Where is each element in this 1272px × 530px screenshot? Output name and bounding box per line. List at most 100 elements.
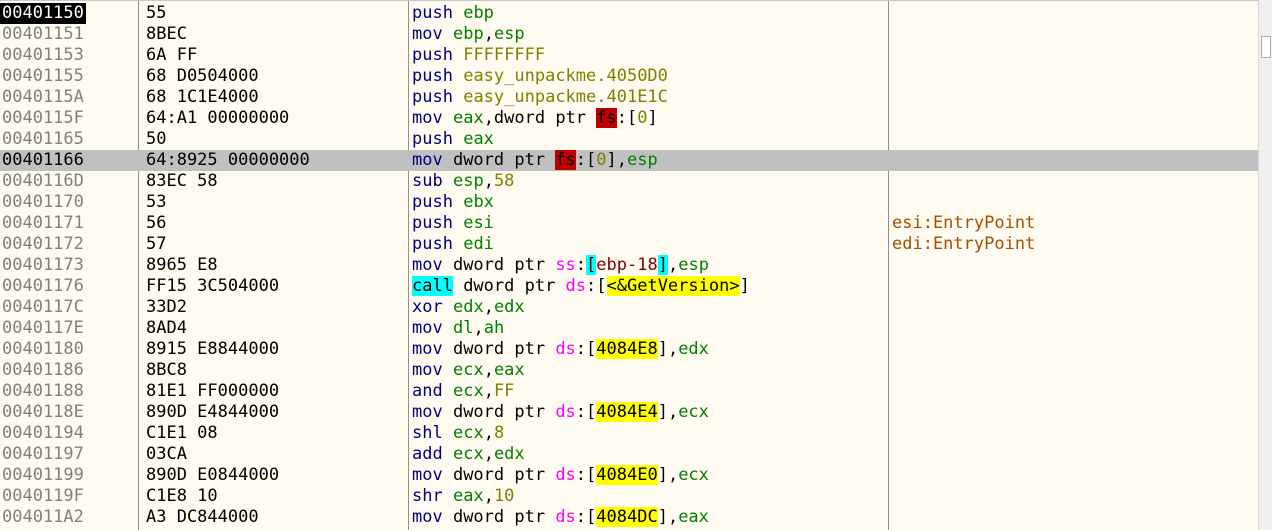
row-address[interactable]: 00401155 — [2, 66, 84, 87]
row-instruction[interactable]: push FFFFFFFF — [412, 45, 545, 66]
disasm-row[interactable]: 0040118E 890D E4844000 mov dword ptr ds:[4… — [0, 402, 1258, 423]
row-bytes[interactable]: 8BC8 — [146, 360, 187, 381]
row-instruction[interactable]: and ecx,FF — [412, 381, 514, 402]
row-instruction[interactable]: shl ecx,8 — [412, 423, 504, 444]
row-instruction[interactable]: push eax — [412, 129, 494, 150]
disasm-row[interactable]: 00401173 8965 E8 mov dword ptr ss:[ebp-18]… — [0, 255, 1258, 276]
row-instruction[interactable]: mov dword ptr ds:[4084E4],ecx — [412, 402, 709, 423]
disasm-row[interactable]: 00401194 C1E1 08 shl ecx,8 — [0, 423, 1258, 444]
disasm-row[interactable]: 00401186 8BC8 mov ecx,eax — [0, 360, 1258, 381]
disasm-row[interactable]: 00401176 FF15 3C504000 call dword ptr ds:[… — [0, 276, 1258, 297]
row-bytes[interactable]: 890D E0844000 — [146, 465, 279, 486]
eip-address[interactable]: 00401150 — [0, 3, 86, 24]
row-address[interactable]: 00401170 — [2, 192, 84, 213]
row-instruction[interactable]: call dword ptr ds:[<&GetVersion>] — [412, 276, 750, 297]
row-bytes[interactable]: 8915 E8844000 — [146, 339, 279, 360]
row-address[interactable]: 00401172 — [2, 234, 84, 255]
row-instruction[interactable]: push easy_unpackme.401E1C — [412, 87, 668, 108]
row-address[interactable]: 00401166 — [2, 150, 84, 171]
row-instruction[interactable]: mov dl,ah — [412, 318, 504, 339]
row-instruction[interactable]: mov ebp,esp — [412, 24, 525, 45]
disasm-row[interactable]: 00401151 8BEC mov ebp,esp — [0, 24, 1258, 45]
disasm-row[interactable]: 00401166 64:8925 00000000 mov dword ptr fs… — [0, 150, 1258, 171]
scroll-thumb[interactable] — [1261, 36, 1271, 58]
disasm-row[interactable]: 00401171 56 push esi esi:EntryPoint — [0, 213, 1258, 234]
row-address[interactable]: 004011A2 — [2, 507, 84, 528]
row-bytes[interactable]: 890D E4844000 — [146, 402, 279, 423]
row-instruction[interactable]: mov dword ptr ss:[ebp-18],esp — [412, 255, 709, 276]
disasm-row[interactable]: 00401165 50 push eax — [0, 129, 1258, 150]
row-bytes[interactable]: 57 — [146, 234, 166, 255]
disasm-row[interactable]: 00401155 68 D0504000 push easy_unpackme.40… — [0, 66, 1258, 87]
row-instruction[interactable]: push easy_unpackme.4050D0 — [412, 66, 668, 87]
row-instruction[interactable]: mov dword ptr ds:[4084E8],edx — [412, 339, 709, 360]
row-bytes[interactable]: 81E1 FF000000 — [146, 381, 279, 402]
disasm-row[interactable]: 00401197 03CA add ecx,edx — [0, 444, 1258, 465]
row-address[interactable]: 00401165 — [2, 129, 84, 150]
row-bytes[interactable]: 56 — [146, 213, 166, 234]
disasm-row[interactable]: 0040115F 64:A1 00000000 mov eax,dword ptr … — [0, 108, 1258, 129]
row-address[interactable]: 00401176 — [2, 276, 84, 297]
row-instruction[interactable]: add ecx,edx — [412, 444, 525, 465]
disasm-row[interactable]: 00401172 57 push edi edi:EntryPoint — [0, 234, 1258, 255]
row-bytes[interactable]: C1E8 10 — [146, 486, 218, 507]
row-bytes[interactable]: 03CA — [146, 444, 187, 465]
row-instruction[interactable]: push edi — [412, 234, 494, 255]
row-address[interactable]: 00401173 — [2, 255, 84, 276]
row-address[interactable]: 00401188 — [2, 381, 84, 402]
row-address[interactable]: 0040115A — [2, 87, 84, 108]
row-bytes[interactable]: C1E1 08 — [146, 423, 218, 444]
disasm-row[interactable]: 0040117E 8AD4 mov dl,ah — [0, 318, 1258, 339]
row-address[interactable]: 0040117E — [2, 318, 84, 339]
row-address[interactable]: 0040118E — [2, 402, 84, 423]
row-bytes[interactable]: 55 — [146, 3, 166, 24]
vertical-scrollbar[interactable] — [1258, 0, 1272, 530]
row-bytes[interactable]: 64:A1 00000000 — [146, 108, 289, 129]
row-address[interactable]: 00401186 — [2, 360, 84, 381]
disasm-row[interactable]: 00401150 55 push ebp — [0, 3, 1258, 24]
disasm-row[interactable]: 0040117C 33D2 xor edx,edx — [0, 297, 1258, 318]
row-instruction[interactable]: push ebx — [412, 192, 494, 213]
row-instruction[interactable]: mov dword ptr ds:[4084E0],ecx — [412, 465, 709, 486]
row-address[interactable]: 00401171 — [2, 213, 84, 234]
disasm-row[interactable]: 00401153 6A FF push FFFFFFFF — [0, 45, 1258, 66]
row-bytes[interactable]: 6A FF — [146, 45, 197, 66]
disasm-row[interactable]: 00401170 53 push ebx — [0, 192, 1258, 213]
disasm-row[interactable]: 00401180 8915 E8844000 mov dword ptr ds:[4… — [0, 339, 1258, 360]
row-bytes[interactable]: FF15 3C504000 — [146, 276, 279, 297]
row-instruction[interactable]: mov eax,dword ptr fs:[0] — [412, 108, 658, 129]
disasm-row[interactable]: 0040115A 68 1C1E4000 push easy_unpackme.40… — [0, 87, 1258, 108]
row-address[interactable]: 0040116D — [2, 171, 84, 192]
row-bytes[interactable]: 8AD4 — [146, 318, 187, 339]
row-instruction[interactable]: mov dword ptr ds:[4084DC],eax — [412, 507, 709, 528]
row-bytes[interactable]: 8965 E8 — [146, 255, 218, 276]
disasm-row[interactable]: 0040119F C1E8 10 shr eax,10 — [0, 486, 1258, 507]
row-bytes[interactable]: 33D2 — [146, 297, 187, 318]
disasm-row[interactable]: 0040116D 83EC 58 sub esp,58 — [0, 171, 1258, 192]
row-address[interactable]: 00401153 — [2, 45, 84, 66]
row-comment[interactable]: esi:EntryPoint — [892, 213, 1035, 234]
row-bytes[interactable]: 68 D0504000 — [146, 66, 259, 87]
row-instruction[interactable]: xor edx,edx — [412, 297, 525, 318]
row-address[interactable]: 00401180 — [2, 339, 84, 360]
row-address[interactable]: 0040115F — [2, 108, 84, 129]
row-address[interactable]: 0040117C — [2, 297, 84, 318]
row-bytes[interactable]: 68 1C1E4000 — [146, 87, 259, 108]
row-bytes[interactable]: A3 DC844000 — [146, 507, 259, 528]
row-bytes[interactable]: 8BEC — [146, 24, 187, 45]
row-address[interactable]: 00401199 — [2, 465, 84, 486]
row-bytes[interactable]: 50 — [146, 129, 166, 150]
disassembly-view[interactable]: 00401150 55 push ebp 00401151 8BEC mov ebp,es… — [0, 0, 1258, 530]
row-instruction[interactable]: mov ecx,eax — [412, 360, 525, 381]
row-bytes[interactable]: 53 — [146, 192, 166, 213]
row-address[interactable]: 00401151 — [2, 24, 84, 45]
row-address[interactable]: 00401197 — [2, 444, 84, 465]
row-bytes[interactable]: 64:8925 00000000 — [146, 150, 310, 171]
row-comment[interactable]: edi:EntryPoint — [892, 234, 1035, 255]
row-instruction[interactable]: push esi — [412, 213, 494, 234]
row-address[interactable]: 00401194 — [2, 423, 84, 444]
disasm-row[interactable]: 00401199 890D E0844000 mov dword ptr ds:[4… — [0, 465, 1258, 486]
row-address[interactable]: 0040119F — [2, 486, 84, 507]
row-instruction[interactable]: shr eax,10 — [412, 486, 514, 507]
disasm-row[interactable]: 004011A2 A3 DC844000 mov dword ptr ds:[408… — [0, 507, 1258, 528]
